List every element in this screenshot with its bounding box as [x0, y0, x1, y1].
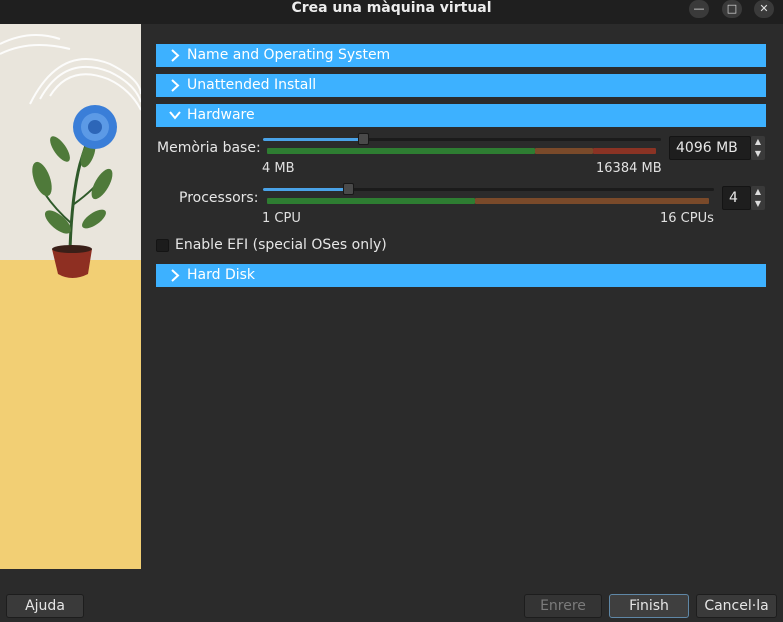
processors-slider-handle[interactable]: [343, 183, 354, 195]
finish-button[interactable]: Finish: [609, 594, 689, 618]
wizard-illustration: [0, 24, 141, 569]
plant-illustration-icon: [0, 34, 141, 278]
memory-scale-safe: [267, 148, 535, 154]
section-hardware-label: Hardware: [187, 107, 255, 123]
spin-down-icon[interactable]: ▼: [751, 148, 765, 160]
spin-up-icon[interactable]: ▲: [751, 186, 765, 198]
processors-scale-safe: [267, 198, 475, 204]
section-hard-disk[interactable]: Hard Disk: [156, 264, 766, 287]
cancel-button[interactable]: Cancel·la: [696, 594, 777, 618]
section-unattended-label: Unattended Install: [187, 77, 317, 93]
memory-slider[interactable]: [263, 138, 661, 141]
processors-slider-fill: [263, 188, 348, 191]
spin-up-icon[interactable]: ▲: [751, 136, 765, 148]
back-button[interactable]: Enrere: [524, 594, 602, 618]
section-unattended-install[interactable]: Unattended Install: [156, 74, 766, 97]
processors-spin-buttons[interactable]: ▲ ▼: [751, 186, 765, 210]
section-hardware[interactable]: Hardware: [156, 104, 766, 127]
memory-spin-buttons[interactable]: ▲ ▼: [751, 136, 765, 160]
minimize-button[interactable]: —: [689, 0, 709, 18]
chevron-right-icon: [171, 49, 180, 62]
chevron-right-icon: [171, 79, 180, 92]
memory-min-label: 4 MB: [262, 161, 295, 176]
processors-max-label: 16 CPUs: [660, 211, 714, 226]
processors-scale-warning: [475, 198, 709, 204]
title-bar: Crea una màquina virtual — □ ✕: [0, 0, 783, 24]
spin-down-icon[interactable]: ▼: [751, 198, 765, 210]
memory-label: Memòria base:: [157, 140, 261, 156]
efi-label[interactable]: Enable EFI (special OSes only): [175, 237, 387, 253]
processors-slider[interactable]: [263, 188, 714, 191]
memory-slider-fill: [263, 138, 363, 141]
memory-scale-warning: [535, 148, 593, 154]
memory-spinbox[interactable]: 4096 MB: [669, 136, 751, 160]
section-hard-disk-label: Hard Disk: [187, 267, 256, 283]
memory-slider-handle[interactable]: [358, 133, 369, 145]
section-name-os[interactable]: Name and Operating System: [156, 44, 766, 67]
help-button[interactable]: Ajuda: [6, 594, 84, 618]
processors-spinbox[interactable]: 4: [722, 186, 751, 210]
close-button[interactable]: ✕: [754, 0, 774, 18]
chevron-right-icon: [171, 269, 180, 282]
memory-scale-danger: [593, 148, 656, 154]
chevron-down-icon: [169, 111, 181, 120]
processors-label: Processors:: [179, 190, 259, 206]
efi-checkbox[interactable]: [156, 239, 169, 252]
section-name-os-label: Name and Operating System: [187, 47, 391, 63]
window-title: Crea una màquina virtual: [291, 0, 492, 16]
processors-min-label: 1 CPU: [262, 211, 301, 226]
memory-max-label: 16384 MB: [596, 161, 662, 176]
maximize-button[interactable]: □: [722, 0, 742, 18]
